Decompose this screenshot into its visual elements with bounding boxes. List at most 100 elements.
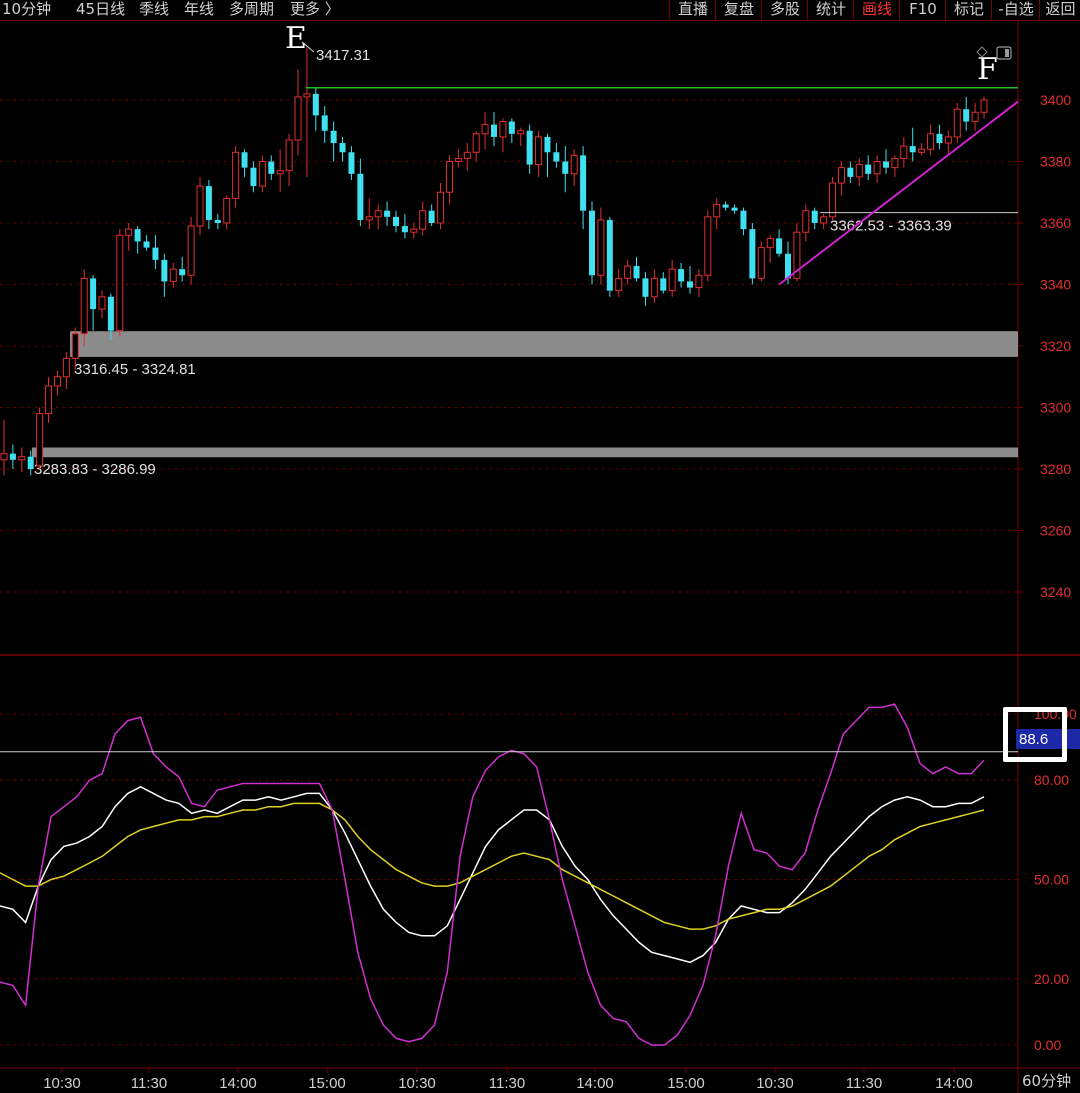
support-zones: 3316.45 - 3324.81 3283.83 - 3286.99: [32, 331, 1018, 478]
chart-canvas[interactable]: 3316.45 - 3324.813283.83 - 3286.99 3362.…: [0, 20, 1080, 1093]
candle-body: [330, 130, 337, 144]
live-button[interactable]: 直播: [669, 0, 716, 20]
candle-body: [481, 124, 489, 135]
candle-body: [517, 130, 525, 135]
candle-body: [419, 210, 427, 230]
stats-button[interactable]: 统计: [807, 0, 854, 20]
candle: [98, 290, 106, 319]
candle-body: [45, 385, 53, 415]
candle: [704, 210, 712, 282]
candle-body: [713, 204, 721, 218]
candle: [562, 146, 569, 193]
candle: [499, 118, 507, 153]
candle-body: [241, 152, 248, 168]
candle: [410, 223, 418, 239]
candle-body: [811, 210, 818, 223]
candle-body: [71, 333, 79, 359]
candle-body: [535, 136, 543, 166]
candle-body: [9, 453, 16, 460]
candle-body: [766, 237, 774, 249]
candle: [963, 96, 970, 131]
candle: [205, 179, 212, 230]
candle: [776, 229, 783, 257]
candle-body: [606, 219, 613, 291]
bottom-period-label[interactable]: 60分钟: [1022, 1071, 1071, 1093]
candle-body: [143, 241, 150, 248]
candle-body: [829, 182, 837, 218]
price-tick-label: 3360: [1040, 215, 1071, 231]
time-tick-label: 11:30: [846, 1075, 882, 1092]
price-tick-label: 3320: [1040, 338, 1071, 354]
candle: [918, 143, 926, 156]
time-tick-label: 14:00: [576, 1075, 614, 1092]
back-button[interactable]: 返回: [1039, 0, 1080, 20]
candle-body: [678, 269, 685, 282]
candle: [606, 216, 613, 297]
period-45day[interactable]: 45日线: [76, 0, 125, 20]
candle-body: [865, 164, 872, 174]
candle-body: [62, 357, 70, 378]
candle-body: [553, 152, 560, 162]
candle-body: [722, 204, 729, 208]
candle-body: [891, 157, 899, 169]
f10-button[interactable]: F10: [899, 0, 946, 20]
candle: [134, 226, 141, 254]
candle-body: [847, 167, 854, 177]
time-tick-label: 10:30: [43, 1075, 81, 1092]
candle: [445, 155, 453, 205]
candle-body: [802, 210, 810, 233]
replay-button[interactable]: 复盘: [715, 0, 762, 20]
time-tick-label: 14:00: [935, 1075, 973, 1092]
candle: [18, 447, 26, 473]
candle-body: [589, 210, 595, 276]
period-year[interactable]: 年线: [184, 0, 214, 20]
candle-body: [491, 124, 497, 137]
candle-body: [196, 185, 204, 227]
kdj-tick-label: 50.00: [1034, 872, 1069, 888]
candle-body: [223, 197, 231, 224]
period-more[interactable]: 更多 〉: [290, 0, 340, 20]
candle-body: [27, 456, 34, 469]
candle: [481, 112, 489, 150]
candle: [615, 269, 623, 297]
period-season[interactable]: 季线: [139, 0, 169, 20]
candle: [90, 275, 97, 331]
candle-body: [53, 376, 61, 387]
candle-body: [179, 269, 186, 276]
candle: [749, 223, 756, 285]
candle: [713, 198, 721, 230]
watchlist-button[interactable]: -自选: [991, 0, 1040, 20]
candle: [891, 155, 899, 177]
multi-stock-button[interactable]: 多股: [761, 0, 808, 20]
candle-body: [624, 265, 632, 279]
candle-body: [660, 278, 667, 291]
candle: [384, 201, 391, 227]
mark-button[interactable]: 标记: [945, 0, 992, 20]
candle-body: [374, 210, 382, 218]
period-multi[interactable]: 多周期: [229, 0, 274, 20]
candle: [53, 370, 61, 396]
high-price-label: 3417.31: [316, 47, 370, 64]
candle-body: [944, 136, 952, 144]
candle: [535, 130, 543, 177]
candle: [553, 143, 560, 168]
candle-body: [668, 268, 676, 292]
time-tick-label: 14:00: [219, 1075, 257, 1092]
candle-body: [125, 228, 133, 236]
candle-body: [445, 161, 453, 193]
candle: [187, 216, 195, 285]
candlestick-series: [0, 47, 988, 476]
candle-body: [152, 247, 159, 260]
kdj-indicator: [0, 703, 1018, 1046]
panel-toggle-icon-inner: [1005, 49, 1009, 57]
candle: [312, 87, 319, 131]
time-tick-label: 15:00: [667, 1075, 705, 1092]
candle: [971, 103, 979, 131]
draw-line-button[interactable]: 画线: [853, 0, 900, 20]
candle-body: [401, 226, 408, 233]
label-E: E: [285, 21, 307, 56]
candle: [944, 130, 952, 156]
candle-body: [757, 247, 765, 279]
period-10min[interactable]: 10分钟: [2, 0, 51, 20]
candle-body: [437, 191, 445, 224]
